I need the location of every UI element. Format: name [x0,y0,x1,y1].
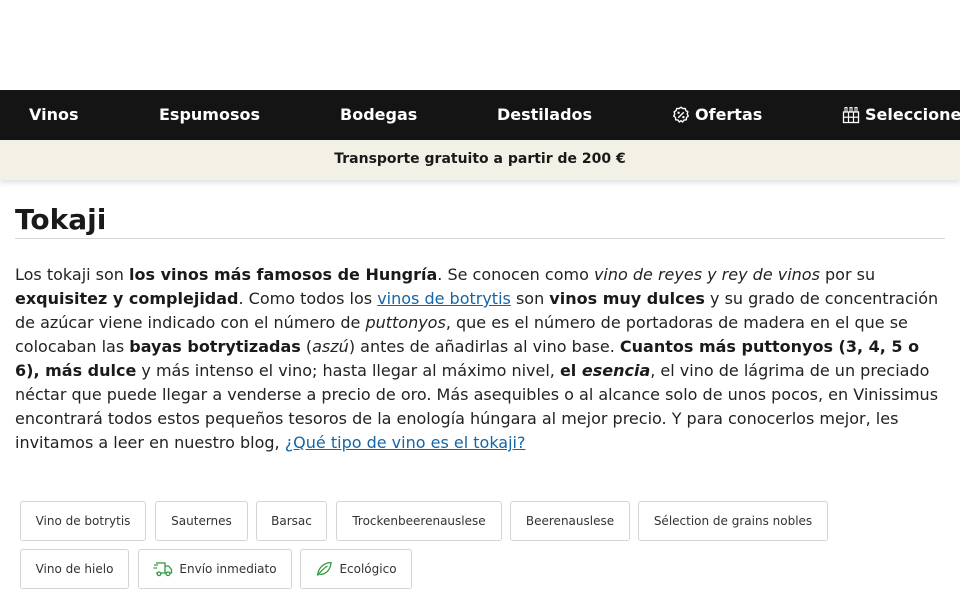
category-description: Los tokaji son los vinos más famosos de … [15,263,947,455]
percent-badge-icon [673,106,689,123]
tokaji-blog-link[interactable]: ¿Qué tipo de vino es el tokaji? [285,433,526,452]
desc-italic: vino de reyes y rey de vinos [593,265,820,284]
filter-chip-sauternes[interactable]: Sauternes [155,501,248,541]
nav-item-vinos[interactable]: Vinos [29,90,79,140]
filter-chip-trockenbeerenauslese[interactable]: Trockenbeerenauslese [336,501,502,541]
nav-item-label: Destilados [497,105,593,124]
botrytis-wines-link[interactable]: vinos de botrytis [377,289,511,308]
nav-item-label: Vinos [29,105,79,124]
nav-item-label: Ofertas [695,105,763,124]
filter-chip-barsac[interactable]: Barsac [256,501,327,541]
header-bar [0,0,960,90]
nav-item-label: Bodegas [340,105,418,124]
nav-item-bodegas[interactable]: Bodegas [340,90,417,140]
desc-italic: aszú [312,337,349,356]
filter-chip-vino-de-hielo[interactable]: Vino de hielo [20,549,129,589]
nav-item-selecciones[interactable]: Seleccione [842,90,960,140]
filter-chip-label: Beerenauslese [525,514,615,528]
desc-text: . Como todos los [238,289,378,308]
filter-chip-selection-de-grains-nobles[interactable]: Sélection de grains nobles [638,501,828,541]
desc-bold: bayas botrytizadas [129,337,301,356]
desc-text: son [510,289,550,308]
main-nav: Vinos Espumosos Bodegas Destilados Ofert… [0,90,960,140]
filter-chip-ecologico[interactable]: Ecológico [300,549,412,589]
desc-bold-italic: esencia [582,361,650,380]
desc-text: Los tokaji son [15,265,130,284]
filter-chip-label: Barsac [271,514,312,528]
delivery-truck-icon [153,562,173,577]
filter-chip-label: Envío inmediato [179,562,277,576]
desc-text: ) antes de añadirlas al vino base. [348,337,620,356]
desc-bold: los vinos más famosos de Hungría [129,265,438,284]
page-title: Tokaji [15,203,107,236]
filter-chip-label: Vino de hielo [35,562,114,576]
filter-chip-label: Vino de botrytis [35,514,131,528]
leaf-icon [317,561,333,576]
desc-bold-italic-text: esencia [581,361,651,380]
filter-chip-vino-de-botrytis[interactable]: Vino de botrytis [20,501,146,541]
desc-bold: exquisitez y complejidad [15,289,239,308]
title-divider [15,238,945,239]
desc-text: ( [300,337,313,356]
nav-item-label: Espumosos [159,105,260,124]
desc-bold: el [559,361,582,380]
filter-chip-beerenauslese[interactable]: Beerenauslese [510,501,630,541]
desc-bold: vinos muy dulces [549,289,705,308]
nav-item-ofertas[interactable]: Ofertas [672,90,762,140]
nav-item-label: Seleccione [865,105,960,124]
filter-chip-label: Trockenbeerenauslese [352,514,486,528]
desc-text: . Se conocen como [437,265,594,284]
filter-chip-label: Sélection de grains nobles [653,514,813,528]
filter-chip-label: Ecológico [339,562,397,576]
filter-chip-label: Sauternes [171,514,232,528]
desc-text: por su [819,265,876,284]
desc-italic: puttonyos [365,313,446,332]
free-shipping-banner: Transporte gratuito a partir de 200 € [0,140,960,180]
nav-item-espumosos[interactable]: Espumosos [159,90,260,140]
desc-text: y más intenso el vino; hasta llegar al m… [136,361,560,380]
wine-crate-icon [842,107,860,124]
nav-item-destilados[interactable]: Destilados [497,90,592,140]
filter-chip-envio-inmediato[interactable]: Envío inmediato [138,549,292,589]
